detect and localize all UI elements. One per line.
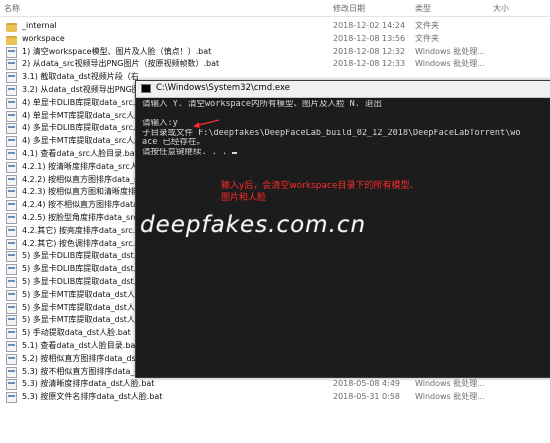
file-type: 文件夹 xyxy=(415,21,439,30)
column-size[interactable]: 大小 xyxy=(493,3,509,14)
batch-file-icon xyxy=(6,174,17,186)
file-type: Windows 批处理... xyxy=(415,379,485,389)
batch-file-icon xyxy=(6,289,17,301)
batch-file-icon xyxy=(6,340,17,352)
batch-file-icon xyxy=(6,238,17,250)
batch-file-icon xyxy=(6,200,17,212)
text-cursor xyxy=(232,151,238,154)
file-date: 2018-05-31 0:58 xyxy=(333,392,400,402)
file-type: Windows 批处理... xyxy=(415,59,485,69)
file-type: Windows 批处理... xyxy=(415,46,485,56)
console-icon xyxy=(141,84,151,93)
file-row[interactable]: workspace 2018-12-08 13:56 文件夹 xyxy=(0,33,550,46)
file-name: 5.3) 按原文件名排序data_dst人脸.bat xyxy=(22,392,163,402)
batch-file-icon xyxy=(6,302,17,314)
file-name: _internal xyxy=(22,21,57,30)
cmd-title: C:\Windows\System32\cmd.exe xyxy=(156,83,290,93)
batch-file-icon xyxy=(6,225,17,237)
file-type: 文件夹 xyxy=(415,33,439,43)
batch-file-icon xyxy=(6,97,17,109)
console-line: 子目录或文件 F:\deepfakes\DeepFaceLab_build_02… xyxy=(142,128,521,138)
column-type[interactable]: 类型 xyxy=(415,3,431,14)
file-row[interactable]: 1) 清空workspace模型、图片及人脸（慎点！）.bat 2018-12-0… xyxy=(0,46,550,59)
annotation-note: 输入y后，会清空workspace目录下的所有模型、 图片和人脸 xyxy=(221,180,419,204)
batch-file-icon xyxy=(6,123,17,135)
file-row[interactable]: 2) 从data_src视频导出PNG图片（按原视频帧数）.bat 2018-12… xyxy=(0,58,550,71)
column-name[interactable]: 名称 xyxy=(4,3,20,14)
console-line: 请按任意键继续. . . xyxy=(142,148,547,158)
batch-file-icon xyxy=(6,379,17,391)
batch-file-icon xyxy=(6,328,17,340)
file-type: Windows 批处理... xyxy=(415,392,485,402)
file-date: 2018-12-08 12:32 xyxy=(333,46,406,56)
file-name: workspace xyxy=(22,33,65,43)
annotation-line-2: 图片和人脸 xyxy=(221,193,267,203)
file-date: 2018-05-08 4:49 xyxy=(333,379,400,389)
batch-file-icon xyxy=(6,148,17,160)
batch-file-icon xyxy=(6,212,17,224)
file-name: 1) 清空workspace模型、图片及人脸（慎点！）.bat xyxy=(22,46,212,56)
column-header: 名称 修改日期 类型 大小 xyxy=(0,0,550,17)
batch-file-icon xyxy=(6,59,17,71)
batch-file-icon xyxy=(6,264,17,276)
file-date: 2018-12-02 14:24 xyxy=(333,21,406,30)
batch-file-icon xyxy=(6,276,17,288)
batch-file-icon xyxy=(6,353,17,365)
batch-file-icon xyxy=(6,366,17,378)
batch-file-icon xyxy=(6,392,17,404)
batch-file-icon xyxy=(6,72,17,84)
file-row[interactable]: 5.3) 按清晰度排序data_dst人脸.bat 2018-05-08 4:49… xyxy=(0,378,550,391)
console-line: ace 已经存在。 xyxy=(142,138,205,148)
watermark: deepfakes.com.cn xyxy=(140,212,367,238)
folder-icon xyxy=(6,35,17,45)
column-date[interactable]: 修改日期 xyxy=(333,3,365,14)
file-row[interactable]: _internal 2018-12-02 14:24 文件夹 xyxy=(0,20,550,33)
batch-file-icon xyxy=(6,187,17,199)
batch-file-icon xyxy=(6,161,17,173)
folder-icon xyxy=(6,23,17,32)
file-date: 2018-12-08 13:56 xyxy=(333,33,406,43)
batch-file-icon xyxy=(6,136,17,148)
batch-file-icon xyxy=(6,315,17,327)
file-date: 2018-12-08 12:33 xyxy=(333,59,406,69)
file-row[interactable]: 5.3) 按原文件名排序data_dst人脸.bat 2018-05-31 0:5… xyxy=(0,391,550,404)
batch-file-icon xyxy=(6,84,17,96)
batch-file-icon xyxy=(6,110,17,122)
console-line-text: 请按任意键继续. . . xyxy=(142,147,233,157)
annotation-line-1: 输入y后，会清空workspace目录下的所有模型、 xyxy=(221,181,419,191)
red-arrow-icon xyxy=(193,119,220,128)
file-name: 2) 从data_src视频导出PNG图片（按原视频帧数）.bat xyxy=(22,59,220,69)
console-line: 请输入 Y. 清空workspace内所有模型、图片及人脸 N. 退出 xyxy=(142,100,382,109)
file-name: 5.3) 按清晰度排序data_dst人脸.bat xyxy=(22,379,155,389)
batch-file-icon xyxy=(6,46,17,58)
cmd-titlebar[interactable]: C:\Windows\System32\cmd.exe xyxy=(136,81,550,98)
batch-file-icon xyxy=(6,251,17,263)
